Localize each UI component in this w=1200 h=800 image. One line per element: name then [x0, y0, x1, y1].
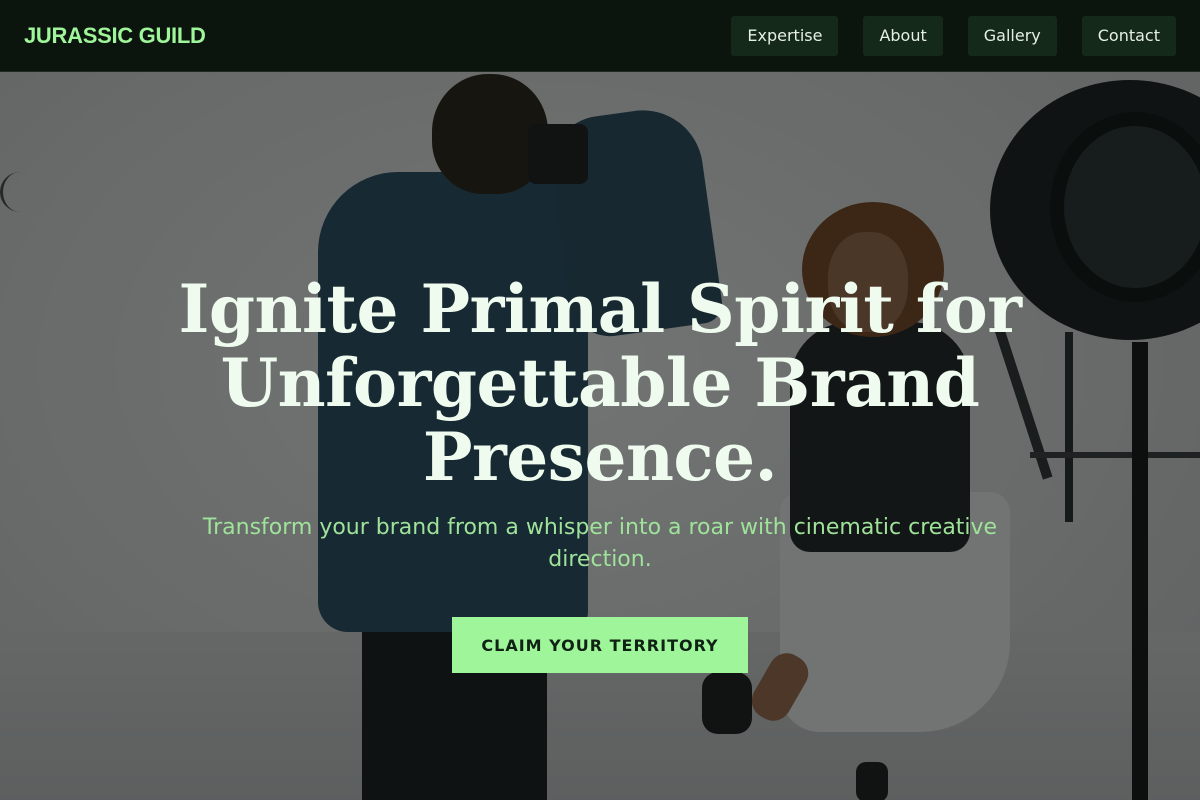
- claim-territory-button[interactable]: CLAIM YOUR TERRITORY: [452, 617, 748, 673]
- main-nav: Expertise About Gallery Contact: [731, 15, 1176, 56]
- headline-line: Unforgettable Brand: [220, 344, 980, 422]
- headline-line: Ignite Primal Spirit for: [178, 270, 1022, 348]
- hero-content: Ignite Primal Spirit for Unforgettable B…: [0, 72, 1200, 800]
- nav-item-about[interactable]: About: [863, 15, 943, 56]
- hero-headline: Ignite Primal Spirit for Unforgettable B…: [150, 272, 1050, 494]
- nav-item-gallery[interactable]: Gallery: [967, 15, 1057, 56]
- hero-subheadline: Transform your brand from a whisper into…: [202, 515, 998, 572]
- nav-item-contact[interactable]: Contact: [1081, 15, 1176, 56]
- nav-item-expertise[interactable]: Expertise: [731, 15, 839, 56]
- brand-logo[interactable]: JURASSIC GUILD: [24, 23, 206, 49]
- site-header: JURASSIC GUILD Expertise About Gallery C…: [0, 0, 1200, 72]
- headline-line: Presence.: [422, 418, 778, 496]
